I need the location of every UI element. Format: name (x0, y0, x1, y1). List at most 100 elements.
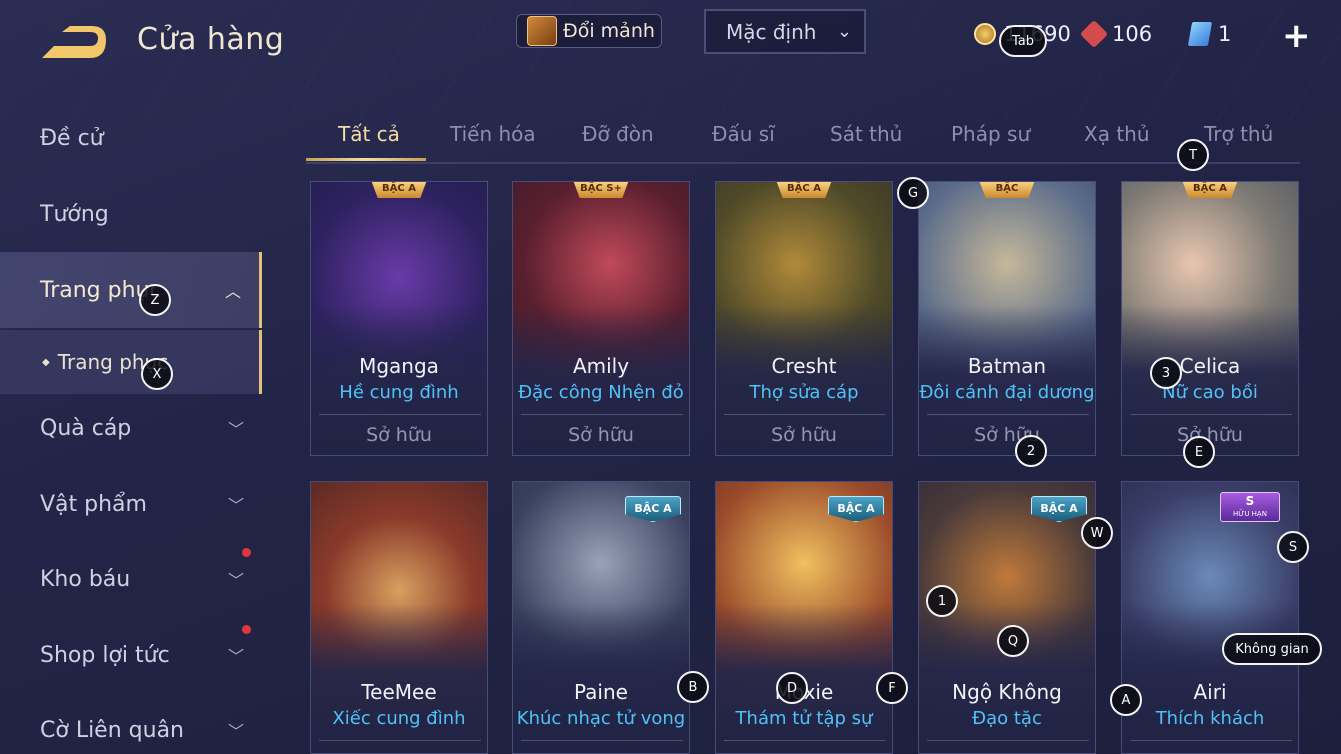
key-hint-z[interactable]: Z (139, 284, 171, 316)
gold-coin-icon (974, 23, 996, 45)
sidebar-item-label: Vật phẩm (40, 491, 147, 517)
red-gem-icon (1079, 19, 1109, 49)
chevron-down-icon: ﹀ (227, 722, 244, 741)
sidebar-item-chess[interactable]: Cờ Liên quân ﹀ (0, 700, 262, 754)
sidebar-item-label: Quà cáp (40, 415, 132, 441)
key-hint-3[interactable]: 3 (1150, 357, 1182, 389)
notification-dot (242, 625, 251, 634)
skin-card[interactable]: TeeMee Xiếc cung đình (310, 481, 488, 754)
ticket-currency: 1 (1187, 22, 1232, 46)
key-hint-a[interactable]: A (1110, 684, 1142, 716)
key-hint-1[interactable]: 1 (926, 585, 958, 617)
hero-name: Mganga (359, 354, 439, 378)
hero-name: Ngộ Không (952, 680, 1062, 704)
card-divider (1130, 740, 1292, 741)
sidebar-item-heroes[interactable]: Tướng (0, 184, 262, 244)
chevron-down-icon: ⌄ (836, 21, 852, 42)
tab-fighter[interactable]: Đấu sĩ (712, 122, 775, 146)
hero-name: Airi (1193, 680, 1227, 704)
skin-card[interactable]: BẬC A Cresht Thợ sửa cáp Sở hữu (715, 181, 893, 456)
card-fade (311, 603, 487, 753)
card-divider (927, 414, 1089, 415)
back-icon[interactable] (40, 24, 108, 60)
skin-card[interactable]: BẬC A Paine Khúc nhạc tử vong (512, 481, 690, 754)
tier-badge: BẬC A (371, 182, 427, 198)
skin-name: Hề cung đình (339, 382, 459, 403)
chevron-down-icon: ﹀ (227, 647, 244, 666)
key-hint-g[interactable]: G (897, 177, 929, 209)
bullet-icon: ◆ (42, 356, 50, 368)
sort-value: Mặc định (726, 19, 817, 44)
card-divider (927, 740, 1089, 741)
sidebar-item-treasure[interactable]: Kho báu ﹀ (0, 549, 262, 609)
key-hint-d[interactable]: D (776, 672, 808, 704)
key-hint-space[interactable]: Không gian (1222, 633, 1322, 665)
hero-name: Cresht (771, 354, 837, 378)
skin-name: Thợ sửa cáp (749, 382, 859, 403)
sidebar-subitem-skins[interactable]: ◆ Trang phục (0, 330, 262, 394)
skin-card[interactable]: BẬC S+ Amily Đặc công Nhện đỏ Sở hữu (512, 181, 690, 456)
sidebar-item-gifts[interactable]: Quà cáp ﹀ (0, 398, 262, 458)
card-divider (319, 740, 481, 741)
key-hint-f[interactable]: F (876, 672, 908, 704)
skin-card[interactable]: BẬC Batman Đôi cánh đại dương Sở hữu (918, 181, 1096, 456)
chevron-down-icon: ﹀ (227, 496, 244, 515)
key-hint-w[interactable]: W (1081, 517, 1113, 549)
skin-name: Nữ cao bồi (1162, 382, 1258, 403)
gem-currency: 106 (1079, 19, 1153, 49)
page-title: Cửa hàng (137, 22, 285, 57)
chevron-up-icon: ︿ (224, 282, 241, 301)
tab-mage[interactable]: Pháp sư (951, 122, 1030, 146)
tab-marksman[interactable]: Xạ thủ (1084, 122, 1150, 146)
skin-name: Đạo tặc (972, 708, 1042, 729)
tab-assassin[interactable]: Sát thủ (830, 122, 902, 146)
ticket-value: 1 (1218, 22, 1232, 46)
tab-evolution[interactable]: Tiến hóa (450, 122, 536, 146)
skin-card[interactable]: BẬC A Mganga Hề cung đình Sở hữu (310, 181, 488, 456)
sidebar-item-recommended[interactable]: Đề cử (0, 108, 262, 168)
sidebar-item-items[interactable]: Vật phẩm ﹀ (0, 474, 262, 534)
owned-status: Sở hữu (974, 424, 1040, 446)
tier-badge-limited: HỮU HẠN (1233, 510, 1267, 518)
sidebar-item-skins[interactable]: Trang phục ︿ (0, 252, 262, 328)
key-hint-t[interactable]: T (1177, 139, 1209, 171)
exchange-shards-button[interactable]: Đổi mảnh (516, 14, 662, 48)
skin-name: Thám tử tập sự (735, 708, 873, 729)
tier-badge: BẬC S+ (573, 182, 629, 198)
key-hint-x[interactable]: X (141, 358, 173, 390)
role-tabs: Tất cả Tiến hóa Đỡ đòn Đấu sĩ Sát thủ Ph… (306, 118, 1300, 164)
skin-name: Đôi cánh đại dương (919, 382, 1095, 403)
tab-support[interactable]: Trợ thủ (1204, 122, 1273, 146)
key-hint-q[interactable]: Q (997, 625, 1029, 657)
card-fade (1122, 603, 1298, 753)
add-currency-button[interactable]: + (1282, 16, 1311, 56)
skin-card[interactable]: BẬC A Celica Nữ cao bồi Sở hữu (1121, 181, 1299, 456)
card-divider (724, 414, 886, 415)
key-hint-b[interactable]: B (677, 671, 709, 703)
skin-card[interactable]: BẬC A Ngộ Không Đạo tặc (918, 481, 1096, 754)
card-divider (521, 740, 683, 741)
tab-all[interactable]: Tất cả (338, 122, 400, 146)
chest-icon (527, 16, 557, 46)
skin-card[interactable]: BẬC A Moxie Thám tử tập sự (715, 481, 893, 754)
gem-value: 106 (1112, 22, 1153, 46)
skin-card[interactable]: S HỮU HẠN Airi Thích khách (1121, 481, 1299, 754)
sidebar-item-profit-shop[interactable]: Shop lợi tức ﹀ (0, 625, 262, 685)
card-fade (513, 603, 689, 753)
hero-name: TeeMee (361, 680, 437, 704)
hero-name: Celica (1179, 354, 1241, 378)
ticket-icon (1187, 22, 1213, 46)
skin-name: Thích khách (1155, 708, 1265, 729)
sidebar-item-label: Tướng (40, 201, 109, 227)
hero-name: Amily (572, 354, 630, 378)
key-hint-s[interactable]: S (1277, 531, 1309, 563)
tier-badge: BẬC (979, 182, 1035, 198)
key-hint-2[interactable]: 2 (1015, 435, 1047, 467)
sidebar-item-label: Shop lợi tức (40, 642, 170, 668)
sort-dropdown[interactable]: Mặc định ⌄ (704, 9, 866, 54)
owned-status: Sở hữu (568, 424, 634, 446)
sidebar-item-label: Kho báu (40, 566, 131, 592)
key-hint-e[interactable]: E (1183, 436, 1215, 468)
tab-tank[interactable]: Đỡ đòn (582, 122, 654, 146)
key-hint-tab[interactable]: Tab (999, 25, 1047, 57)
